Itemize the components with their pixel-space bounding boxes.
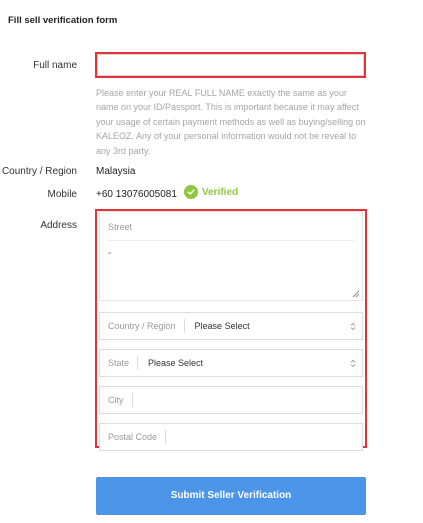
street-textarea[interactable]: Street - <box>99 211 363 301</box>
verified-status: Verified <box>202 186 239 198</box>
verified-badge: Verified <box>184 185 238 199</box>
country-select[interactable]: Country / Region Please Select <box>99 312 363 340</box>
city-input[interactable]: City <box>99 386 363 414</box>
check-circle-icon <box>184 185 198 199</box>
postal-code-label: Postal Code <box>108 432 158 442</box>
country-select-label: Country / Region <box>108 321 176 331</box>
mobile-value: +60 13076005081 <box>96 189 177 200</box>
street-placeholder: Street <box>108 222 133 232</box>
postal-code-input[interactable]: Postal Code <box>99 423 363 451</box>
country-value: Malaysia <box>96 166 136 177</box>
full-name-highlight <box>95 52 366 78</box>
full-name-help-text: Please enter your REAL FULL NAME exactly… <box>96 88 366 156</box>
submit-seller-verification-button[interactable]: Submit Seller Verification <box>96 477 366 515</box>
address-label: Address <box>40 220 77 231</box>
full-name-label: Full name <box>33 60 77 71</box>
country-select-value: Please Select <box>194 321 250 331</box>
street-value: - <box>108 248 112 259</box>
state-select-value: Please Select <box>148 358 204 368</box>
state-select[interactable]: State Please Select <box>99 349 363 377</box>
select-arrows-icon <box>344 359 362 368</box>
field-separator <box>165 430 167 444</box>
resize-handle-icon[interactable] <box>352 290 360 298</box>
mobile-label: Mobile <box>47 189 77 200</box>
select-arrows-icon <box>344 322 362 331</box>
city-label: City <box>108 395 124 405</box>
full-name-input[interactable] <box>97 54 364 76</box>
address-highlight: Street - Country / Region Please Select … <box>95 209 367 451</box>
state-select-label: State <box>108 358 130 368</box>
country-label: Country / Region <box>1 166 77 177</box>
street-divider <box>108 240 354 241</box>
field-separator <box>131 393 133 407</box>
form-title: Fill sell verification form <box>8 15 118 26</box>
